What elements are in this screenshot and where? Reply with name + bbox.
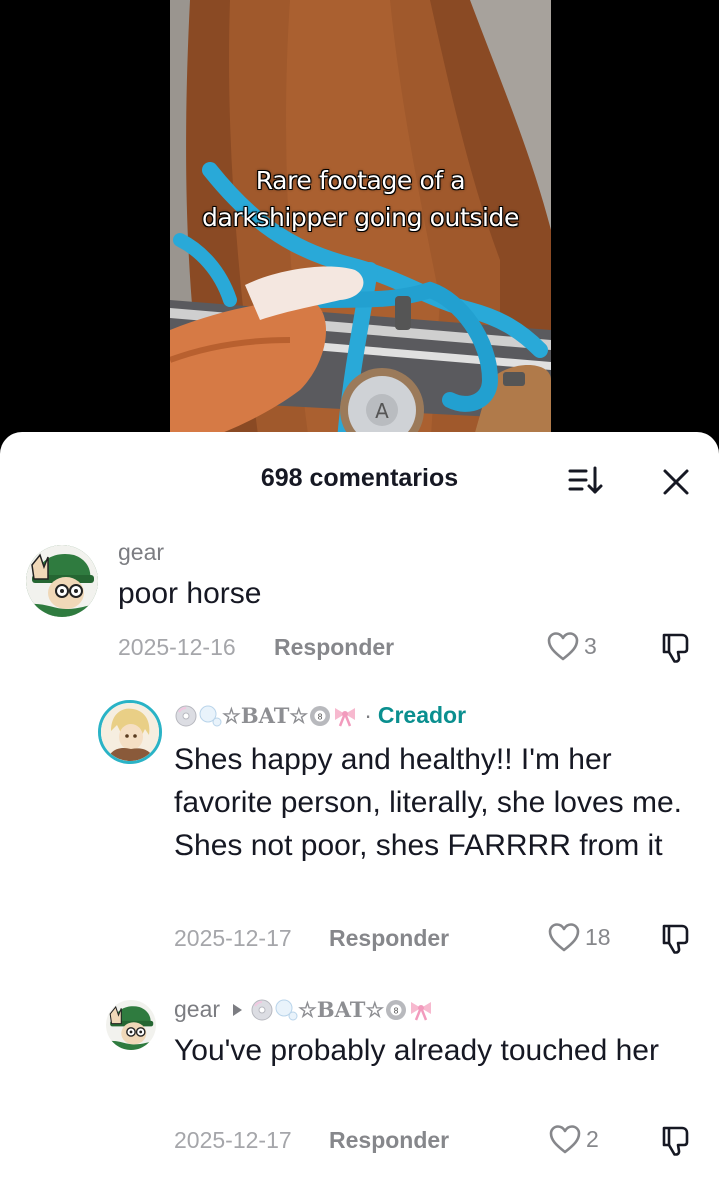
creator-badge: Creador bbox=[377, 702, 467, 728]
bubbles-emoji-icon bbox=[275, 999, 298, 1020]
avatar[interactable] bbox=[106, 1000, 156, 1050]
comment-username[interactable]: gear bbox=[174, 996, 220, 1023]
comment-date: 2025-12-16 bbox=[118, 634, 236, 660]
ribbon-emoji-icon bbox=[411, 1001, 432, 1020]
comment-item: gear poor horse 2025-12-16 Responder 3 bbox=[0, 432, 719, 672]
avatar[interactable] bbox=[98, 700, 162, 764]
comment-text: You've probably already touched her bbox=[174, 1034, 659, 1067]
dislike-button[interactable] bbox=[660, 921, 694, 955]
like-count: 2 bbox=[586, 1125, 599, 1152]
heart-outline-icon bbox=[547, 632, 579, 661]
reply-button[interactable]: Responder bbox=[274, 634, 394, 661]
video-caption: Rare footage of a darkshipper going outs… bbox=[170, 162, 551, 236]
svg-text:8: 8 bbox=[394, 1006, 399, 1015]
cd-emoji-icon bbox=[175, 705, 197, 726]
thumbs-down-icon bbox=[662, 1126, 689, 1156]
creator-username[interactable]: ☆BAT☆ bbox=[222, 703, 308, 728]
8-ball-emoji-icon: 8 bbox=[386, 999, 407, 1020]
thumbs-down-icon bbox=[662, 924, 689, 954]
comment-text: poor horse bbox=[118, 577, 262, 610]
comment-item: gear ☆BAT☆ 8 You've probably already tou… bbox=[0, 972, 719, 1181]
svg-text:8: 8 bbox=[318, 712, 323, 721]
video-player[interactable]: A Rare footage of a darkshipper going ou… bbox=[0, 0, 719, 450]
comment-username-row: gear ☆BAT☆ 8 bbox=[174, 996, 434, 1023]
comments-sheet: 698 comentarios gear poor horse 2025-12-… bbox=[0, 432, 719, 1181]
avatar[interactable] bbox=[26, 545, 98, 617]
avatar-image bbox=[26, 545, 98, 617]
comment-item: ☆BAT☆ 8 · Creador Shes happy and healthy… bbox=[0, 672, 719, 972]
svg-text:A: A bbox=[375, 399, 389, 423]
comment-date: 2025-12-17 bbox=[174, 1127, 292, 1153]
bubbles-emoji-icon bbox=[199, 705, 222, 726]
heart-outline-icon bbox=[548, 923, 580, 952]
heart-outline-icon bbox=[549, 1125, 581, 1154]
dislike-button[interactable] bbox=[660, 1123, 694, 1157]
video-caption-line-2: darkshipper going outside bbox=[201, 203, 520, 232]
reply-button[interactable]: Responder bbox=[329, 1127, 449, 1154]
like-count: 3 bbox=[584, 632, 597, 659]
like-button[interactable]: 18 bbox=[547, 920, 611, 954]
triangle-right-icon bbox=[233, 1003, 243, 1016]
video-caption-line-1: Rare footage of a bbox=[255, 166, 466, 195]
comment-date: 2025-12-17 bbox=[174, 925, 292, 951]
dislike-button[interactable] bbox=[660, 630, 694, 664]
ribbon-emoji-icon bbox=[335, 707, 356, 726]
like-button[interactable]: 3 bbox=[546, 629, 597, 663]
like-button[interactable]: 2 bbox=[548, 1122, 599, 1156]
avatar-image bbox=[101, 703, 159, 761]
video-frame[interactable]: A Rare footage of a darkshipper going ou… bbox=[170, 0, 551, 450]
thumbs-down-icon bbox=[662, 633, 689, 663]
8-ball-emoji-icon: 8 bbox=[310, 705, 331, 726]
comment-username[interactable]: gear bbox=[118, 539, 164, 566]
comment-username-row: ☆BAT☆ 8 · Creador bbox=[174, 702, 466, 729]
like-count: 18 bbox=[585, 923, 611, 950]
reply-button[interactable]: Responder bbox=[329, 925, 449, 952]
avatar-image bbox=[106, 1000, 156, 1050]
separator-dot: · bbox=[364, 702, 372, 728]
cd-emoji-icon bbox=[251, 999, 273, 1020]
reply-to-username[interactable]: ☆BAT☆ bbox=[298, 997, 384, 1022]
comment-text: Shes happy and healthy!! I'm her favorit… bbox=[174, 743, 682, 862]
